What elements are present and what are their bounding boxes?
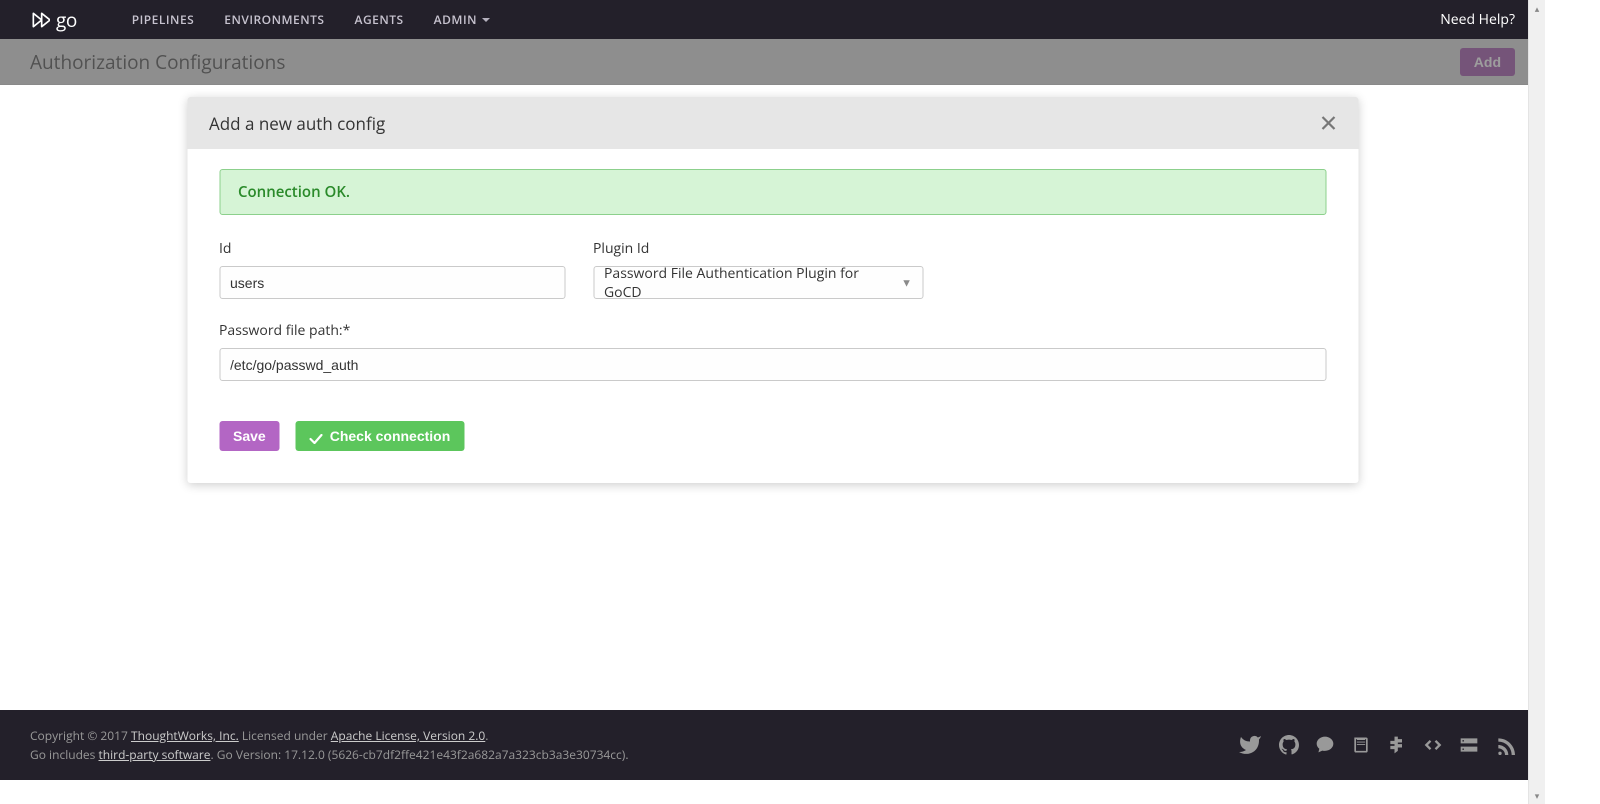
third-party-link[interactable]: third-party software bbox=[99, 746, 211, 763]
chevron-down-icon bbox=[482, 18, 490, 22]
id-input[interactable] bbox=[219, 266, 565, 299]
footer-line-2: Go includes third-party software. Go Ver… bbox=[30, 745, 628, 764]
plugin-field-group: Plugin Id Password File Authentication P… bbox=[593, 239, 923, 299]
plugin-select[interactable]: Password File Authentication Plugin for … bbox=[593, 266, 923, 299]
auth-config-modal: Add a new auth config Connection OK. Id … bbox=[187, 97, 1358, 483]
path-label: Password file path:* bbox=[219, 321, 1326, 340]
nav-pipelines[interactable]: PIPELINES bbox=[132, 11, 195, 28]
nav-admin[interactable]: ADMIN bbox=[434, 11, 490, 28]
modal-body: Connection OK. Id Plugin Id Password Fil… bbox=[187, 149, 1358, 483]
connection-ok-alert: Connection OK. bbox=[219, 169, 1326, 215]
check-icon bbox=[310, 431, 323, 441]
nav-agents[interactable]: AGENTS bbox=[355, 11, 404, 28]
server-icon[interactable] bbox=[1459, 735, 1479, 755]
save-button[interactable]: Save bbox=[219, 421, 280, 451]
close-icon[interactable] bbox=[1320, 111, 1336, 135]
scroll-up-icon[interactable]: ▴ bbox=[1529, 0, 1545, 17]
path-field-group: Password file path:* bbox=[219, 321, 1326, 381]
id-field-group: Id bbox=[219, 239, 565, 299]
check-connection-button[interactable]: Check connection bbox=[296, 421, 465, 451]
apache-license-link[interactable]: Apache License, Version 2.0 bbox=[331, 727, 486, 744]
twitter-icon[interactable] bbox=[1237, 733, 1263, 757]
nav-items: PIPELINES ENVIRONMENTS AGENTS ADMIN bbox=[132, 11, 490, 28]
need-help-link[interactable]: Need Help? bbox=[1440, 10, 1515, 29]
github-icon[interactable] bbox=[1279, 735, 1299, 755]
book-icon[interactable] bbox=[1351, 735, 1371, 755]
id-label: Id bbox=[219, 239, 565, 258]
modal-header: Add a new auth config bbox=[187, 97, 1358, 149]
plugin-selected-value: Password File Authentication Plugin for … bbox=[604, 264, 896, 302]
window-scrollbar[interactable]: ▴ ▾ bbox=[1528, 0, 1545, 804]
logo-text: go bbox=[56, 7, 77, 33]
plugin-icon[interactable] bbox=[1387, 735, 1407, 755]
top-nav: go PIPELINES ENVIRONMENTS AGENTS ADMIN N… bbox=[0, 0, 1545, 39]
footer-line-1: Copyright © 2017 ThoughtWorks, Inc. Lice… bbox=[30, 726, 628, 745]
modal-title: Add a new auth config bbox=[209, 112, 385, 135]
chat-icon[interactable] bbox=[1315, 735, 1335, 755]
footer-social-icons bbox=[1237, 733, 1515, 757]
logo-icon bbox=[30, 10, 50, 30]
modal-overlay[interactable] bbox=[0, 39, 1545, 85]
password-file-path-input[interactable] bbox=[219, 348, 1326, 381]
plugin-label: Plugin Id bbox=[593, 239, 923, 258]
api-icon[interactable] bbox=[1423, 735, 1443, 755]
logo[interactable]: go bbox=[30, 7, 77, 33]
thoughtworks-link[interactable]: ThoughtWorks, Inc. bbox=[131, 727, 239, 744]
footer: Copyright © 2017 ThoughtWorks, Inc. Lice… bbox=[0, 710, 1545, 780]
nav-environments[interactable]: ENVIRONMENTS bbox=[224, 11, 324, 28]
chevron-down-icon: ▼ bbox=[901, 275, 912, 290]
rss-icon[interactable] bbox=[1495, 735, 1515, 755]
scroll-down-icon[interactable]: ▾ bbox=[1529, 787, 1545, 804]
